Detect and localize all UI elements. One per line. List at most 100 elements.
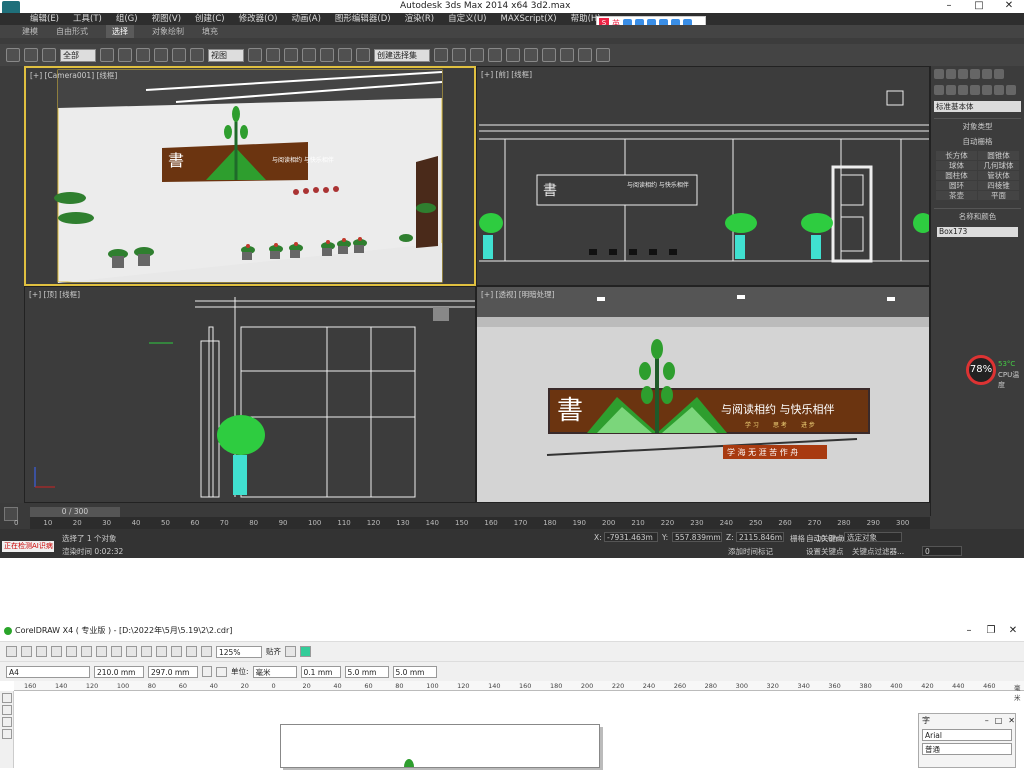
search-icon[interactable] [141, 646, 152, 657]
menu-modifiers[interactable]: 修改器(O) [239, 13, 278, 25]
tube-button[interactable]: 管状体 [978, 171, 1019, 180]
select-object-icon[interactable] [100, 48, 114, 62]
copy-icon[interactable] [81, 646, 92, 657]
key-filters-button[interactable]: 关键点过滤器... [852, 546, 904, 557]
font-style-dropdown[interactable]: 普通 [922, 743, 1012, 755]
cameras-icon[interactable] [970, 85, 980, 95]
cdr-restore-button[interactable]: ❐ [980, 625, 1002, 636]
print-icon[interactable] [51, 646, 62, 657]
duplicate-y-field[interactable]: 5.0 mm [392, 665, 437, 678]
tab-populate[interactable]: 填充 [202, 25, 218, 38]
key-mode-dropdown[interactable]: 选定对象 [844, 532, 902, 542]
new-doc-icon[interactable] [6, 646, 17, 657]
tab-selection[interactable]: 选择 [106, 25, 134, 38]
modify-tab-icon[interactable] [946, 69, 956, 79]
render-setup-icon[interactable] [560, 48, 574, 62]
rect-select-icon[interactable] [136, 48, 150, 62]
y-coord-field[interactable]: 557.839mm [672, 532, 722, 542]
geosphere-button[interactable]: 几何球体 [978, 161, 1019, 170]
docker-restore-button[interactable]: □ [995, 716, 1003, 725]
menu-animation[interactable]: 动画(A) [291, 13, 320, 25]
auto-key-button[interactable]: 自动关键点 [806, 533, 844, 544]
menu-view[interactable]: 视图(V) [152, 13, 181, 25]
bind-spacewarp-icon[interactable] [42, 48, 56, 62]
plane-button[interactable]: 平面 [978, 191, 1019, 200]
selection-filter-dropdown[interactable]: 全部 [60, 48, 96, 62]
page-height-field[interactable]: 297.0 mm [148, 665, 198, 678]
graphite-toggle-icon[interactable] [488, 48, 502, 62]
viewport-camera[interactable]: [+] [Camera001] [线框] 書 与阅读相约 与快乐相伴 [24, 66, 476, 286]
helpers-icon[interactable] [982, 85, 992, 95]
docker-close-button[interactable]: ✕ [1008, 716, 1015, 725]
undo-icon[interactable] [111, 646, 122, 657]
reference-coord-dropdown[interactable]: 视图 [208, 48, 244, 62]
snap-icon[interactable] [284, 48, 298, 62]
viewport-label-top[interactable]: [+] [顶] [线框] [29, 289, 80, 300]
redo-icon[interactable] [126, 646, 137, 657]
align-icon[interactable] [452, 48, 466, 62]
cdr-minimize-button[interactable]: – [958, 625, 980, 636]
nudge-distance-field[interactable]: 0.1 mm [300, 665, 341, 678]
shapes-icon[interactable] [946, 85, 956, 95]
document-page[interactable] [280, 724, 600, 770]
systems-icon[interactable] [1006, 85, 1016, 95]
name-color-header[interactable]: 名称和颜色 [934, 209, 1021, 224]
curve-editor-icon[interactable] [506, 48, 520, 62]
x-coord-field[interactable]: -7931.463m [604, 532, 658, 542]
viewport-perspective[interactable]: [+] [透视] [明暗处理] 書 与阅读相约 与快乐相伴 学 习 思 考 进 … [476, 286, 930, 503]
time-slider[interactable]: 0 / 300 [30, 507, 120, 517]
object-name-field[interactable]: Box173 [937, 227, 1018, 237]
menu-edit[interactable]: 编辑(E) [30, 13, 59, 25]
z-coord-field[interactable]: 2115.846m [736, 532, 784, 542]
export-icon[interactable] [171, 646, 182, 657]
current-frame-field[interactable]: 0 [922, 546, 962, 556]
viewport-label-persp[interactable]: [+] [透视] [明暗处理] [481, 289, 555, 300]
create-tab-icon[interactable] [934, 69, 944, 79]
viewport-label-camera[interactable]: [+] [Camera001] [线框] [30, 70, 117, 81]
hierarchy-tab-icon[interactable] [958, 69, 968, 79]
font-family-dropdown[interactable]: Arial [922, 729, 1012, 741]
sphere-button[interactable]: 球体 [936, 161, 977, 170]
crop-tool-icon[interactable] [2, 717, 12, 727]
pick-tool-icon[interactable] [2, 693, 12, 703]
duplicate-x-field[interactable]: 5.0 mm [344, 665, 389, 678]
tab-freeform[interactable]: 自由形式 [56, 25, 88, 38]
set-key-button[interactable]: 设置关键点 [806, 546, 844, 557]
import-icon[interactable] [156, 646, 167, 657]
menu-graph-editors[interactable]: 图形编辑器(D) [335, 13, 391, 25]
app-launcher-icon[interactable] [186, 646, 197, 657]
tab-object-paint[interactable]: 对象绘制 [152, 25, 184, 38]
minimize-button[interactable]: – [934, 0, 964, 12]
manipulate-icon[interactable] [266, 48, 280, 62]
docker-minimize-button[interactable]: – [985, 716, 989, 725]
snap-dropdown[interactable]: 贴齐 [266, 646, 281, 657]
torus-button[interactable]: 圆环 [936, 181, 977, 190]
menu-customize[interactable]: 自定义(U) [448, 13, 486, 25]
mirror-icon[interactable] [434, 48, 448, 62]
zoom-dropdown[interactable]: 125% [216, 645, 262, 658]
link-icon[interactable] [6, 48, 20, 62]
menu-group[interactable]: 组(G) [116, 13, 138, 25]
welcome-icon[interactable] [201, 646, 212, 657]
corel-app-icon[interactable] [300, 646, 311, 657]
horizontal-ruler[interactable]: 160 140 120 100 80 60 40 20 0 20 40 60 80 100 120 140 16… [14, 681, 1024, 702]
auto-grid-checkbox[interactable]: 自动栅格 [934, 134, 1021, 149]
select-by-name-icon[interactable] [118, 48, 132, 62]
angle-snap-icon[interactable] [302, 48, 316, 62]
menu-maxscript[interactable]: MAXScript(X) [500, 13, 556, 25]
spacewarps-icon[interactable] [994, 85, 1004, 95]
open-icon[interactable] [21, 646, 32, 657]
cone-button[interactable]: 圆锥体 [978, 151, 1019, 160]
menu-tools[interactable]: 工具(T) [73, 13, 102, 25]
zoom-tool-icon[interactable] [2, 729, 12, 739]
named-selection-dropdown[interactable]: 创建选择集 [374, 48, 430, 62]
viewport-top[interactable]: [+] [顶] [线框] [24, 286, 476, 503]
spinner-snap-icon[interactable] [338, 48, 352, 62]
unlink-icon[interactable] [24, 48, 38, 62]
select-rotate-icon[interactable] [190, 48, 204, 62]
rendered-frame-icon[interactable] [578, 48, 592, 62]
maximize-button[interactable]: □ [964, 0, 994, 12]
add-time-tag-button[interactable]: 添加时间标记 [728, 546, 773, 557]
box-button[interactable]: 长方体 [936, 151, 977, 160]
close-button[interactable]: ✕ [994, 0, 1024, 12]
